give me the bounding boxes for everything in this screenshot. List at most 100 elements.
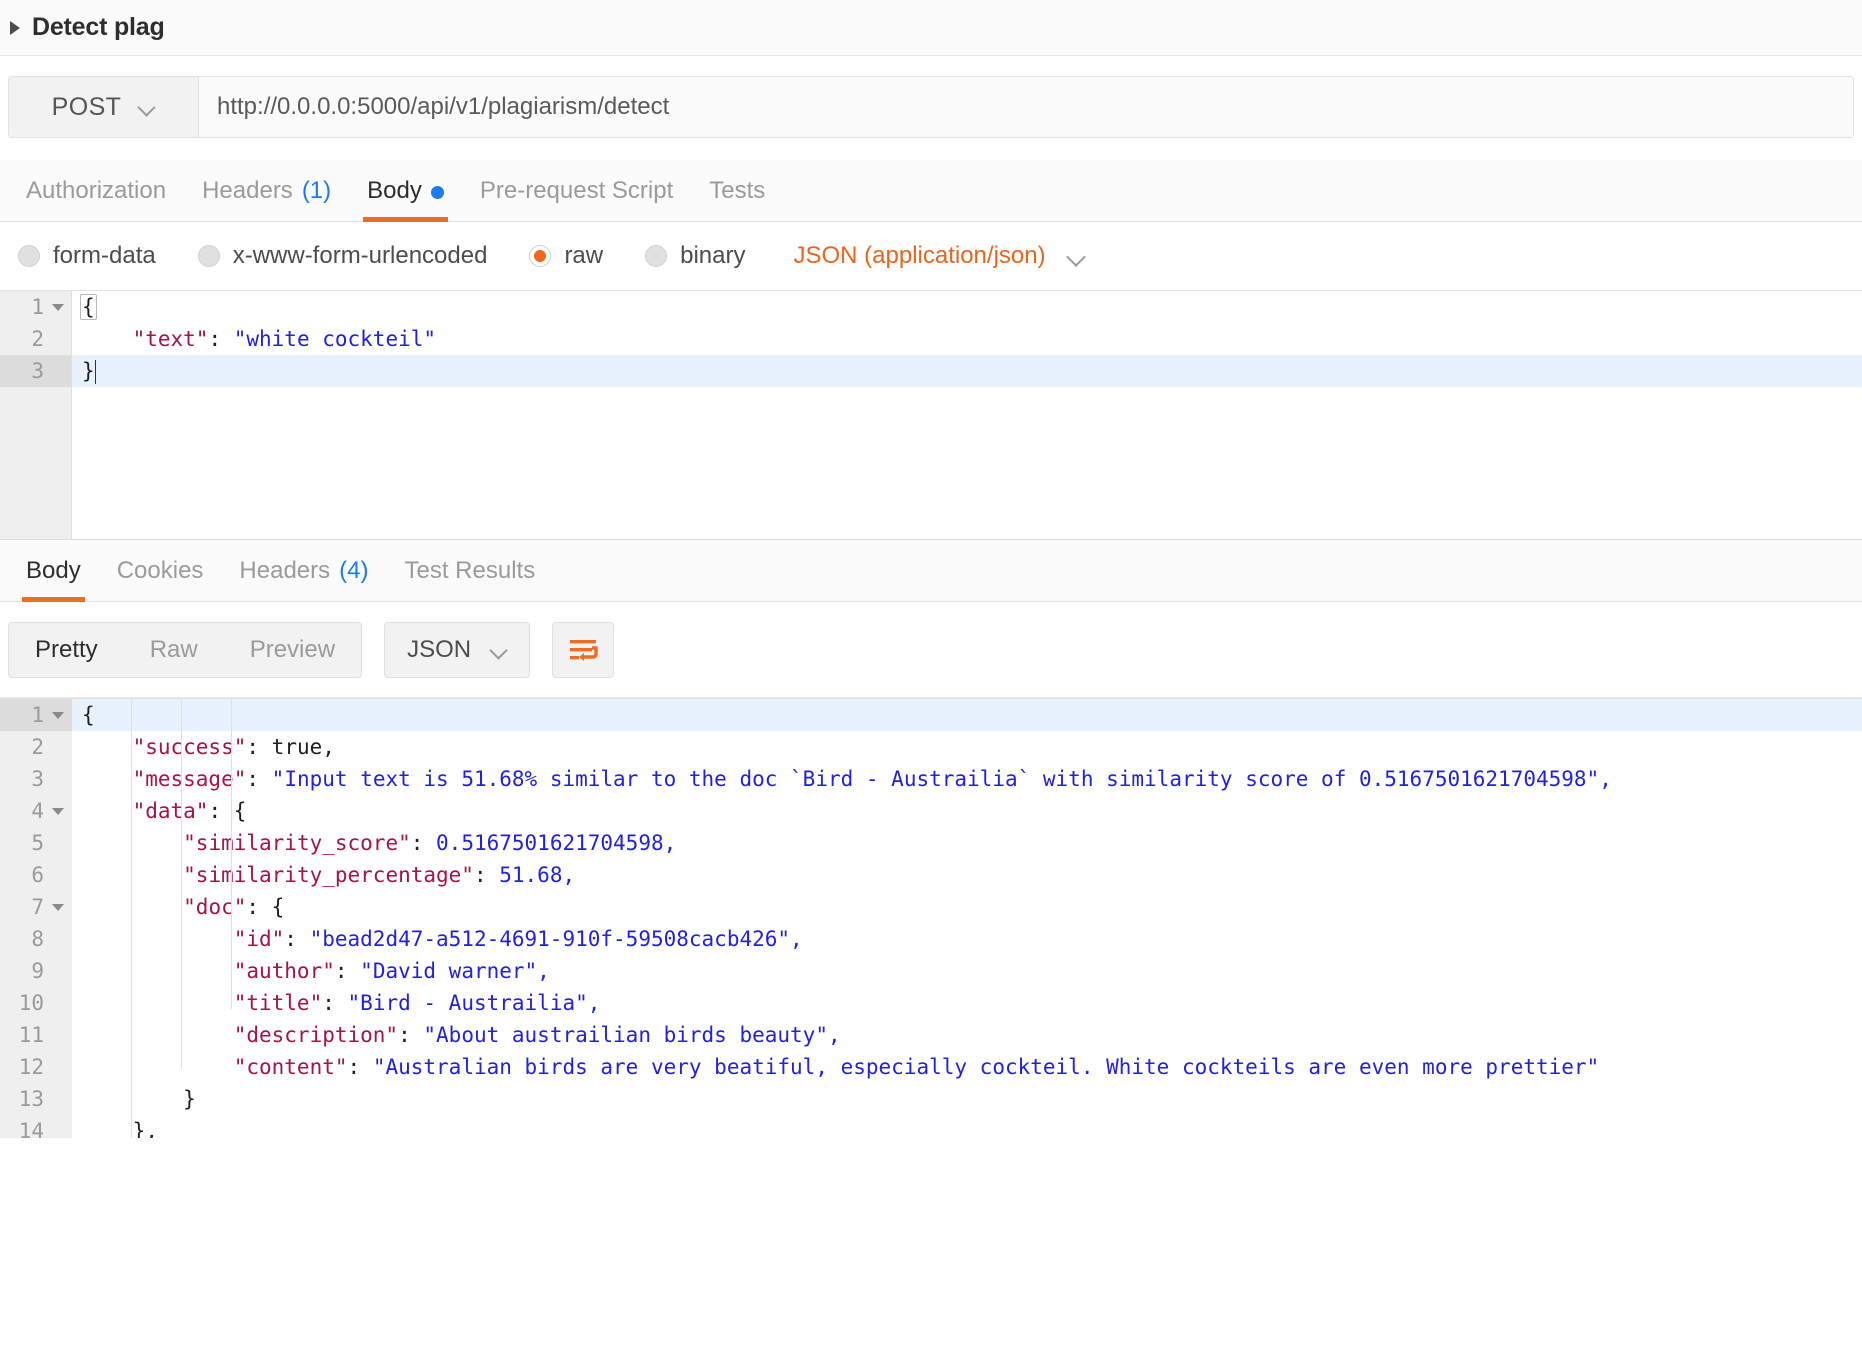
tab-authorization[interactable]: Authorization — [8, 177, 184, 221]
code-text: "similarity_score": 0.5167501621704598, — [183, 831, 677, 855]
code-line: 4 "data": { — [0, 795, 1862, 827]
line-number-text: 2 — [31, 735, 44, 759]
url-input[interactable]: http://0.0.0.0:5000/api/v1/plagiarism/de… — [199, 77, 1853, 137]
json-key: "text" — [132, 327, 209, 351]
request-body-editor[interactable]: 1 { 2 "text": "white cockteil" 3 } — [0, 290, 1862, 540]
request-name: Detect plag — [32, 13, 165, 41]
http-method-label: POST — [51, 92, 122, 121]
json-string-value: "David warner", — [360, 959, 550, 983]
line-number: 10 — [0, 987, 72, 1019]
word-wrap-button[interactable] — [552, 621, 615, 678]
code-line: 9 "author": "David warner", — [0, 955, 1862, 987]
code-text: }, — [72, 1119, 158, 1138]
json-string-value: "Input text is 51.68% similar to the doc… — [271, 767, 1612, 791]
line-number-text: 3 — [31, 767, 44, 791]
code-text: "title": "Bird - Austrailia", — [233, 991, 601, 1015]
radio-form-data[interactable]: form-data — [18, 242, 156, 270]
line-number: 3 — [0, 355, 72, 387]
http-method-selector[interactable]: POST — [9, 77, 199, 137]
json-key: "success" — [132, 735, 247, 759]
code-text: { — [72, 294, 97, 320]
indent-guide — [181, 699, 182, 1069]
fold-arrow-icon[interactable] — [52, 807, 64, 815]
response-format-selector[interactable]: JSON — [384, 621, 531, 678]
code-text: "text": "white cockteil" — [72, 327, 436, 351]
line-number-text: 12 — [18, 1055, 44, 1079]
tab-body[interactable]: Body — [349, 177, 462, 222]
code-line: 14 }, — [0, 1115, 1862, 1138]
request-title-bar: Detect plag — [0, 0, 1862, 56]
fold-arrow-icon[interactable] — [52, 903, 64, 911]
code-line: 10 "title": "Bird - Austrailia", — [0, 987, 1862, 1019]
code-line: 1 { — [0, 291, 1862, 323]
json-key: "id" — [233, 927, 285, 951]
line-number: 3 — [0, 763, 72, 795]
json-string-value: "bead2d47-a512-4691-910f-59508cacb426", — [309, 927, 803, 951]
tab-pre-request-script[interactable]: Pre-request Script — [462, 177, 691, 221]
response-tab-body[interactable]: Body — [8, 557, 99, 602]
code-text: "data": { — [132, 799, 247, 823]
radio-icon — [645, 245, 668, 267]
line-number: 8 — [0, 923, 72, 955]
json-number-value: 0.5167501621704598, — [436, 831, 677, 855]
line-number-text: 6 — [31, 863, 44, 887]
brace-open: { — [80, 294, 97, 320]
indent-guide — [231, 699, 232, 1009]
radio-label: binary — [680, 242, 746, 269]
radio-icon — [18, 245, 40, 267]
line-number: 11 — [0, 1019, 72, 1051]
line-number: 13 — [0, 1083, 72, 1115]
format-label: JSON — [407, 635, 472, 663]
line-number: 4 — [0, 795, 72, 827]
line-number: 1 — [0, 699, 72, 731]
radio-binary[interactable]: binary — [645, 242, 745, 270]
line-number-text: 1 — [31, 295, 44, 319]
line-number: 12 — [0, 1051, 72, 1083]
view-mode-pretty[interactable]: Pretty — [9, 623, 124, 677]
brace-close: } — [82, 358, 95, 383]
fold-arrow-icon[interactable] — [52, 303, 64, 311]
json-number-value: 51.68, — [499, 863, 576, 887]
json-colon: : — [208, 327, 234, 351]
code-line: 8 "id": "bead2d47-a512-4691-910f-59508ca… — [0, 923, 1862, 955]
response-tab-cookies[interactable]: Cookies — [99, 557, 222, 601]
response-tab-test-results[interactable]: Test Results — [386, 557, 553, 601]
code-text: "description": "About austrailian birds … — [233, 1023, 841, 1047]
code-text: { — [72, 703, 95, 727]
fold-arrow-icon[interactable] — [52, 711, 64, 719]
code-line: 2 "text": "white cockteil" — [0, 323, 1862, 355]
brace-close: } — [183, 1087, 196, 1111]
expand-collapse-caret-icon[interactable] — [10, 20, 20, 35]
line-number: 2 — [0, 323, 72, 355]
code-text: "doc": { — [183, 895, 285, 919]
json-string-value: "About austrailian birds beauty", — [423, 1023, 841, 1047]
response-toolbar: Pretty Raw Preview JSON — [0, 602, 1862, 698]
tab-headers[interactable]: Headers (1) — [184, 177, 349, 221]
json-key: "author" — [233, 959, 335, 983]
tab-count: (1) — [301, 177, 332, 204]
json-key: "title" — [233, 991, 323, 1015]
json-key: "data" — [132, 799, 209, 823]
response-body-editor[interactable]: 1 { 2 "success": true, 3 "message": "Inp… — [0, 698, 1862, 1138]
json-key: "description" — [233, 1023, 399, 1047]
tab-count: (4) — [339, 557, 369, 584]
code-text: } — [72, 1087, 196, 1111]
chevron-down-icon — [139, 99, 155, 115]
content-type-selector[interactable]: JSON (application/json) — [793, 242, 1083, 270]
radio-x-www-form-urlencoded[interactable]: x-www-form-urlencoded — [197, 242, 487, 270]
brace-close: }, — [132, 1119, 158, 1138]
line-number: 2 — [0, 731, 72, 763]
gutter-divider — [71, 291, 72, 539]
view-mode-preview[interactable]: Preview — [224, 623, 361, 677]
tab-label: Body — [26, 557, 81, 584]
chevron-down-icon — [491, 642, 507, 658]
code-text: "message": "Input text is 51.68% similar… — [132, 767, 1612, 791]
line-number-text: 13 — [18, 1087, 44, 1111]
code-line: 2 "success": true, — [0, 731, 1862, 763]
radio-raw[interactable]: raw — [529, 242, 603, 270]
view-mode-raw[interactable]: Raw — [124, 623, 224, 677]
tab-label: Cookies — [116, 557, 204, 584]
response-tab-headers[interactable]: Headers (4) — [221, 557, 386, 601]
tab-tests[interactable]: Tests — [691, 177, 783, 221]
code-line: 11 "description": "About austrailian bir… — [0, 1019, 1862, 1051]
